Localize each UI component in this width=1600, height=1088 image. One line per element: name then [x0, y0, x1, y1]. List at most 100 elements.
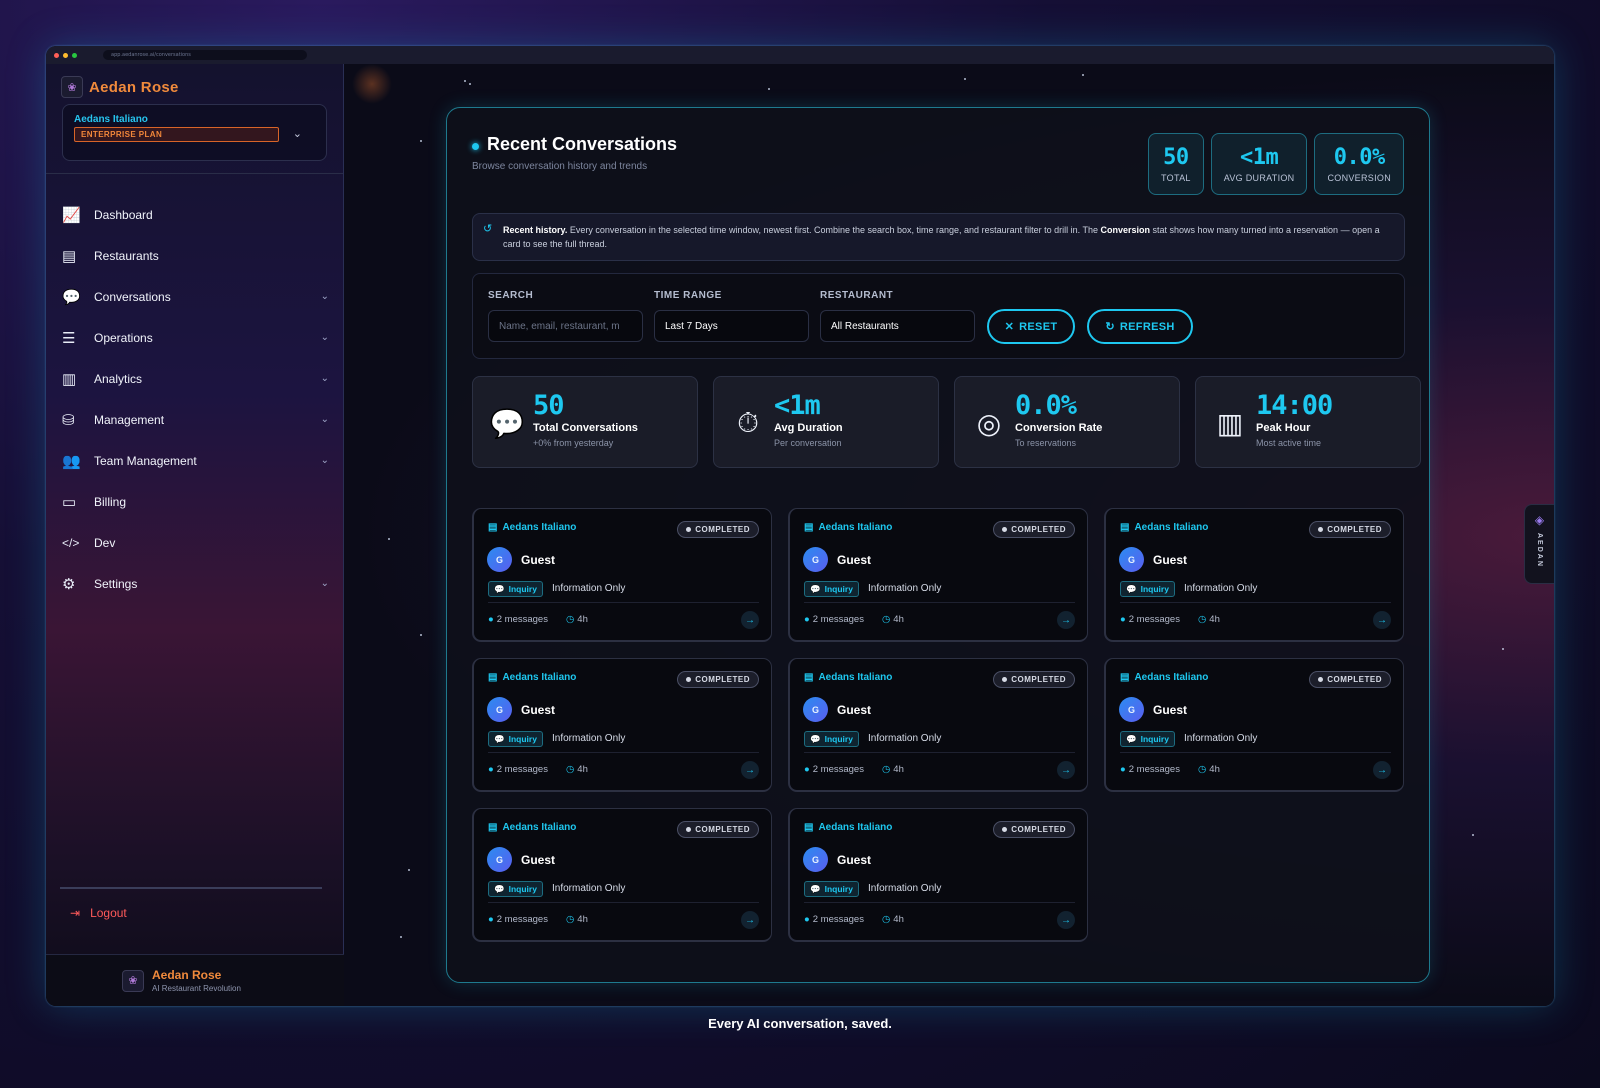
kpi-subtitle: +0% from yesterday: [533, 438, 614, 448]
browser-chrome: app.aedanrose.ai/conversations: [46, 46, 1554, 64]
kpi-title: Conversion Rate: [1015, 422, 1103, 434]
minimize-dot-icon[interactable]: [63, 52, 68, 58]
intent-tag: 💬 Inquiry: [804, 731, 859, 747]
clock-icon: ◷: [565, 914, 575, 925]
chat-bubbles-icon: 💬: [810, 883, 821, 894]
aedan-assistant-tab[interactable]: ◈ AEDAN: [1524, 504, 1554, 584]
live-indicator-icon: [472, 143, 479, 150]
sidebar-item-label: Dashboard: [94, 207, 153, 222]
message-count: ● 2 messages: [804, 914, 864, 925]
message-icon: ●: [804, 614, 810, 625]
conversation-card[interactable]: ▤ Aedans Italiano COMPLETED G Guest 💬 Inquiry I…: [472, 508, 772, 642]
maximize-dot-icon[interactable]: [72, 52, 77, 58]
search-label: SEARCH: [488, 290, 534, 301]
stat-chip-avg-duration: <1m AVG DURATION: [1210, 133, 1308, 195]
intent-tag: 💬 Inquiry: [488, 581, 543, 597]
brand-name: Aedan Rose: [89, 78, 179, 96]
conversation-card[interactable]: ▤ Aedans Italiano COMPLETED G Guest 💬 Inquiry I…: [788, 658, 1088, 792]
arrow-right-icon[interactable]: →: [1057, 761, 1075, 779]
sidebar-item-label: Billing: [94, 494, 127, 509]
conversations-panel: Recent Conversations Browse conversation…: [446, 107, 1430, 983]
info-notice: ↺ Recent history. Every conversation in …: [472, 213, 1405, 261]
conversation-type: Information Only: [552, 733, 626, 744]
conversation-card[interactable]: ▤ Aedans Italiano COMPLETED G Guest 💬 Inquiry I…: [472, 808, 772, 942]
chevron-down-icon[interactable]: ⌄: [321, 332, 329, 343]
conversation-card[interactable]: ▤ Aedans Italiano COMPLETED G Guest 💬 Inquiry I…: [472, 658, 772, 792]
sidebar-item-conversations[interactable]: 💬 Conversations ⌄: [62, 276, 343, 317]
refresh-label: REFRESH: [1119, 320, 1175, 333]
chevron-down-icon[interactable]: ⌄: [321, 291, 329, 302]
guest-name: Guest: [521, 703, 556, 717]
conversation-card[interactable]: ▤ Aedans Italiano COMPLETED G Guest 💬 Inquiry I…: [1104, 658, 1404, 792]
arrow-right-icon[interactable]: →: [741, 911, 759, 929]
conversation-type: Information Only: [868, 583, 942, 594]
sidebar-item-analytics[interactable]: ▥ Analytics ⌄: [62, 358, 343, 399]
stat-chip-conversion: 0.0% CONVERSION: [1314, 133, 1404, 195]
status-badge: COMPLETED: [677, 671, 759, 688]
kpi-card-avg-duration: ⏱ <1m Avg Duration Per conversation: [713, 376, 939, 468]
chevron-down-icon[interactable]: ⌄: [321, 578, 329, 589]
store-icon: ▤: [1120, 522, 1130, 533]
avatar: G: [803, 847, 828, 872]
arrow-right-icon[interactable]: →: [741, 611, 759, 629]
refresh-button[interactable]: ↻ REFRESH: [1087, 309, 1193, 344]
close-dot-icon[interactable]: [54, 52, 59, 58]
reset-button[interactable]: ✕ RESET: [987, 309, 1075, 344]
org-switcher[interactable]: Aedans Italiano ENTERPRISE PLAN ⌄: [62, 104, 327, 161]
intent-tag: 💬 Inquiry: [1120, 731, 1175, 747]
arrow-right-icon[interactable]: →: [1057, 911, 1075, 929]
card-restaurant: ▤ Aedans Italiano: [804, 822, 893, 833]
arrow-right-icon[interactable]: →: [1057, 611, 1075, 629]
chevron-down-icon[interactable]: ⌄: [321, 373, 329, 384]
message-count: ● 2 messages: [804, 764, 864, 775]
stopwatch-icon: ⏱: [737, 407, 759, 438]
url-bar[interactable]: app.aedanrose.ai/conversations: [103, 50, 307, 60]
conversation-card[interactable]: ▤ Aedans Italiano COMPLETED G Guest 💬 Inquiry I…: [1104, 508, 1404, 642]
arrow-right-icon[interactable]: →: [1373, 761, 1391, 779]
search-input[interactable]: Name, email, restaurant, m: [488, 310, 643, 342]
stat-value: 50: [1163, 145, 1189, 170]
chevron-down-icon[interactable]: ⌄: [293, 127, 302, 140]
restaurant-select[interactable]: All Restaurants: [820, 310, 975, 342]
caption: Every AI conversation, saved.: [708, 1016, 892, 1031]
sidebar-item-billing[interactable]: ▭ Billing: [62, 481, 343, 522]
conversation-age: ◷ 4h: [881, 914, 904, 925]
time-range-select[interactable]: Last 7 Days: [654, 310, 809, 342]
sidebar-item-dev[interactable]: </> Dev: [62, 522, 343, 563]
clock-icon: ◷: [881, 914, 891, 925]
arrow-right-icon[interactable]: →: [741, 761, 759, 779]
message-icon: ●: [804, 914, 810, 925]
sidebar-item-management[interactable]: ⛁ Management ⌄: [62, 399, 343, 440]
chevron-down-icon[interactable]: ⌄: [321, 414, 329, 425]
avatar: G: [803, 697, 828, 722]
sidebar-item-dashboard[interactable]: 📈 Dashboard: [62, 194, 343, 235]
sidebar-item-label: Team Management: [94, 453, 197, 468]
sidebar-item-settings[interactable]: ⚙ Settings ⌄: [62, 563, 343, 604]
sidebar-item-team-management[interactable]: 👥 Team Management ⌄: [62, 440, 343, 481]
logout-button[interactable]: ⇥ Logout: [70, 906, 127, 920]
card-restaurant: ▤ Aedans Italiano: [488, 672, 577, 683]
credit-card-icon: ▭: [62, 493, 77, 511]
chevron-down-icon[interactable]: ⌄: [321, 455, 329, 466]
conversation-card[interactable]: ▤ Aedans Italiano COMPLETED G Guest 💬 Inquiry I…: [788, 808, 1088, 942]
sidebar-item-restaurants[interactable]: ▤ Restaurants: [62, 235, 343, 276]
card-meta: ● 2 messages ◷ 4h: [1120, 764, 1220, 775]
sidebar-item-label: Analytics: [94, 371, 143, 386]
kpi-value: 0.0%: [1015, 390, 1077, 421]
card-meta: ● 2 messages ◷ 4h: [488, 764, 588, 775]
conversation-type: Information Only: [1184, 583, 1258, 594]
status-badge: COMPLETED: [993, 671, 1075, 688]
clock-icon: ◷: [565, 614, 575, 625]
conversation-card[interactable]: ▤ Aedans Italiano COMPLETED G Guest 💬 Inquiry I…: [788, 508, 1088, 642]
chart-line-icon: 📈: [62, 206, 81, 224]
sidebar-item-label: Dev: [94, 535, 116, 550]
brand[interactable]: ❀ Aedan Rose: [46, 64, 343, 98]
arrow-right-icon[interactable]: →: [1373, 611, 1391, 629]
notice-strong: Conversion: [1100, 225, 1150, 235]
sidebar-item-operations[interactable]: ☰ Operations ⌄: [62, 317, 343, 358]
conversation-type: Information Only: [552, 883, 626, 894]
avatar: G: [487, 547, 512, 572]
conversation-age: ◷ 4h: [881, 614, 904, 625]
history-icon: ↺: [483, 223, 493, 235]
conversation-age: ◷ 4h: [565, 614, 588, 625]
